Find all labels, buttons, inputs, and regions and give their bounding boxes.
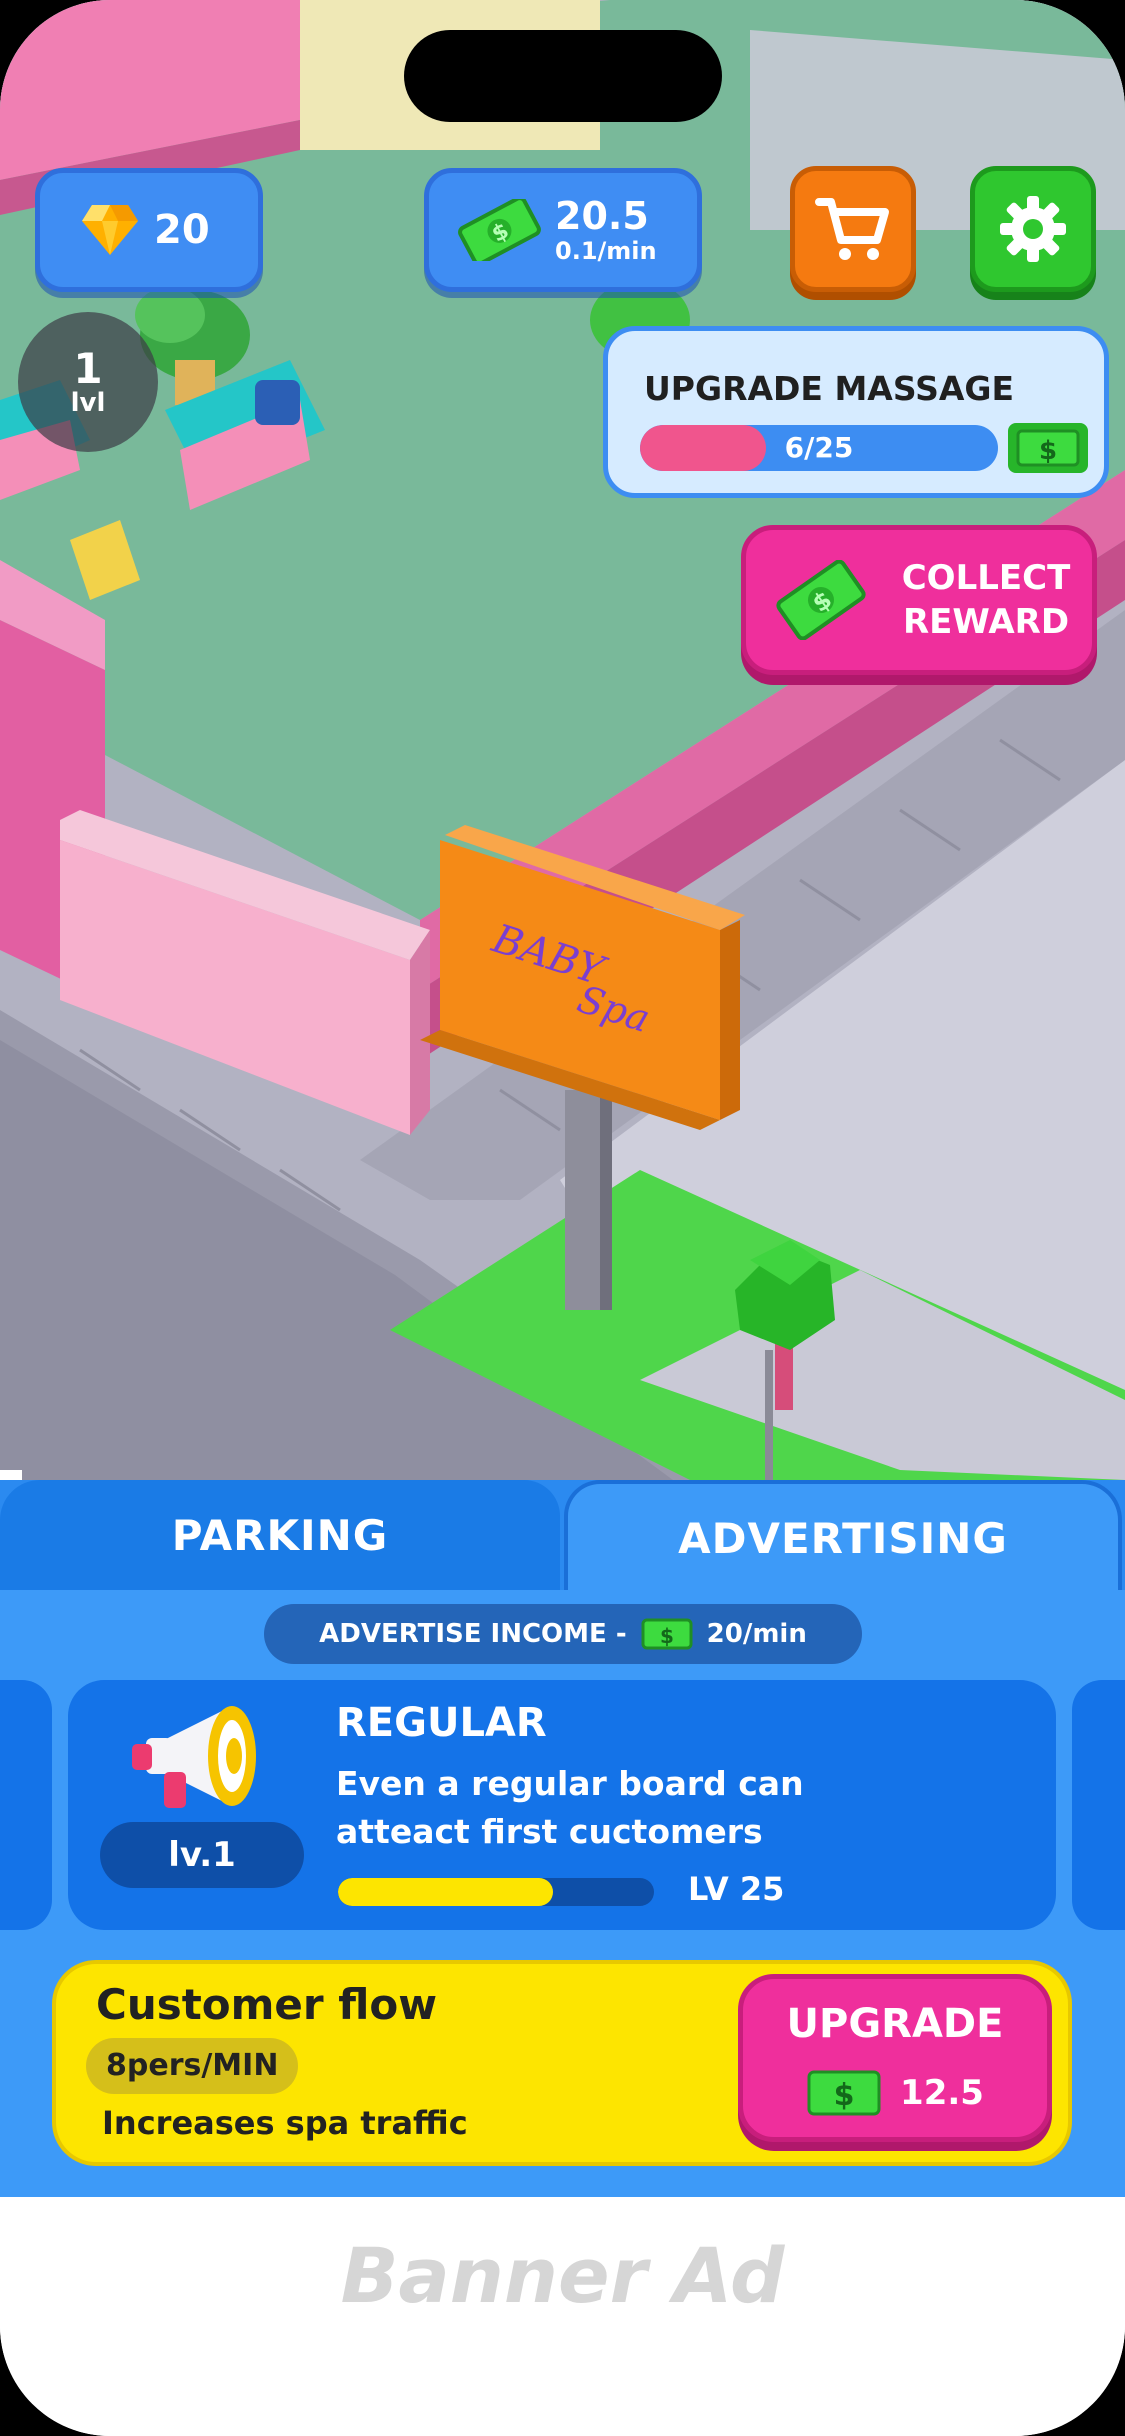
ad-level-badge: lv.1 (100, 1822, 304, 1888)
tab-advertising[interactable]: ADVERTISING (564, 1480, 1122, 1592)
customer-flow-title: Customer flow (96, 1980, 438, 2029)
level-number: 1 (73, 344, 103, 393)
ad-card-title: REGULAR (336, 1700, 547, 1746)
shop-button[interactable] (790, 166, 916, 292)
svg-text:$: $ (660, 1624, 674, 1648)
ad-card-desc-line1: Even a regular board can (336, 1764, 804, 1803)
upgrade-button-label: UPGRADE (786, 2001, 1004, 2047)
ad-max-level: LV 25 (688, 1870, 785, 1908)
phone-screen: BABY Spa 20 $ 20.5 0.1/min 1 lvl UPGRADE… (0, 0, 1125, 2436)
gear-icon (1000, 196, 1066, 262)
collect-reward-button[interactable]: $ COLLECT REWARD (741, 525, 1097, 675)
advertise-income-label: ADVERTISE INCOME - (319, 1619, 627, 1649)
dynamic-island (404, 30, 722, 122)
svg-text:$: $ (834, 2078, 855, 2113)
ad-level-progress-fill (338, 1878, 553, 1906)
cash-counter[interactable]: $ 20.5 0.1/min (424, 168, 702, 292)
level-badge[interactable]: 1 lvl (18, 312, 158, 452)
level-label: lvl (70, 388, 106, 418)
cash-icon: $ (807, 2070, 881, 2116)
gems-value: 20 (154, 207, 210, 253)
quest-title: UPGRADE MASSAGE (644, 369, 1015, 408)
settings-button[interactable] (970, 166, 1096, 292)
ad-level-progress-bar (338, 1878, 654, 1906)
banner-ad[interactable]: Banner Ad (0, 2197, 1125, 2436)
cart-icon (815, 198, 889, 260)
cash-value: 20.5 (555, 194, 649, 238)
customer-flow-rate: 8pers/MIN (86, 2038, 299, 2094)
advertise-income-value: 20/min (706, 1619, 807, 1649)
collect-reward-line2: REWARD (902, 602, 1070, 642)
customer-flow-desc: Increases spa traffic (102, 2104, 468, 2142)
diamond-icon (82, 205, 138, 255)
cash-rate: 0.1/min (555, 237, 657, 265)
advertise-income-pill: ADVERTISE INCOME - $ 20/min (264, 1604, 862, 1664)
quest-reward-cash-icon: $ (1008, 423, 1088, 473)
carousel-prev-card[interactable] (0, 1680, 52, 1930)
cash-icon: $ (776, 560, 866, 640)
tab-parking[interactable]: PARKING (0, 1480, 560, 1590)
tab-advertising-label: ADVERTISING (678, 1513, 1008, 1563)
collect-reward-line1: COLLECT (901, 558, 1071, 598)
game-scene[interactable]: BABY Spa 20 $ 20.5 0.1/min 1 lvl UPGRADE… (0, 0, 1125, 1500)
quest-progress-bar: 6/25 (640, 425, 998, 471)
svg-text:$: $ (1039, 436, 1057, 466)
carousel-next-card[interactable] (1072, 1680, 1125, 1930)
customer-flow-card: Customer flow 8pers/MIN Increases spa tr… (52, 1960, 1072, 2166)
gems-counter[interactable]: 20 (35, 168, 263, 292)
megaphone-icon (132, 1706, 256, 1808)
ad-card-desc-line2: atteact first cuctomers (336, 1812, 763, 1851)
upgrade-button[interactable]: UPGRADE $ 12.5 (738, 1974, 1052, 2142)
quest-card[interactable]: UPGRADE MASSAGE 6/25 $ (603, 326, 1109, 498)
tab-parking-label: PARKING (171, 1510, 389, 1560)
upgrade-cost: 12.5 (900, 2073, 984, 2113)
upgrade-panel: PARKING ADVERTISING ADVERTISE INCOME - $… (0, 1480, 1125, 2197)
cash-icon: $ (458, 199, 541, 261)
cash-icon: $ (641, 1618, 693, 1650)
banner-ad-text: Banner Ad (340, 2231, 785, 2320)
ad-option-card[interactable]: lv.1 REGULAR Even a regular board can at… (68, 1680, 1056, 1930)
quest-progress-text: 6/25 (784, 431, 854, 464)
